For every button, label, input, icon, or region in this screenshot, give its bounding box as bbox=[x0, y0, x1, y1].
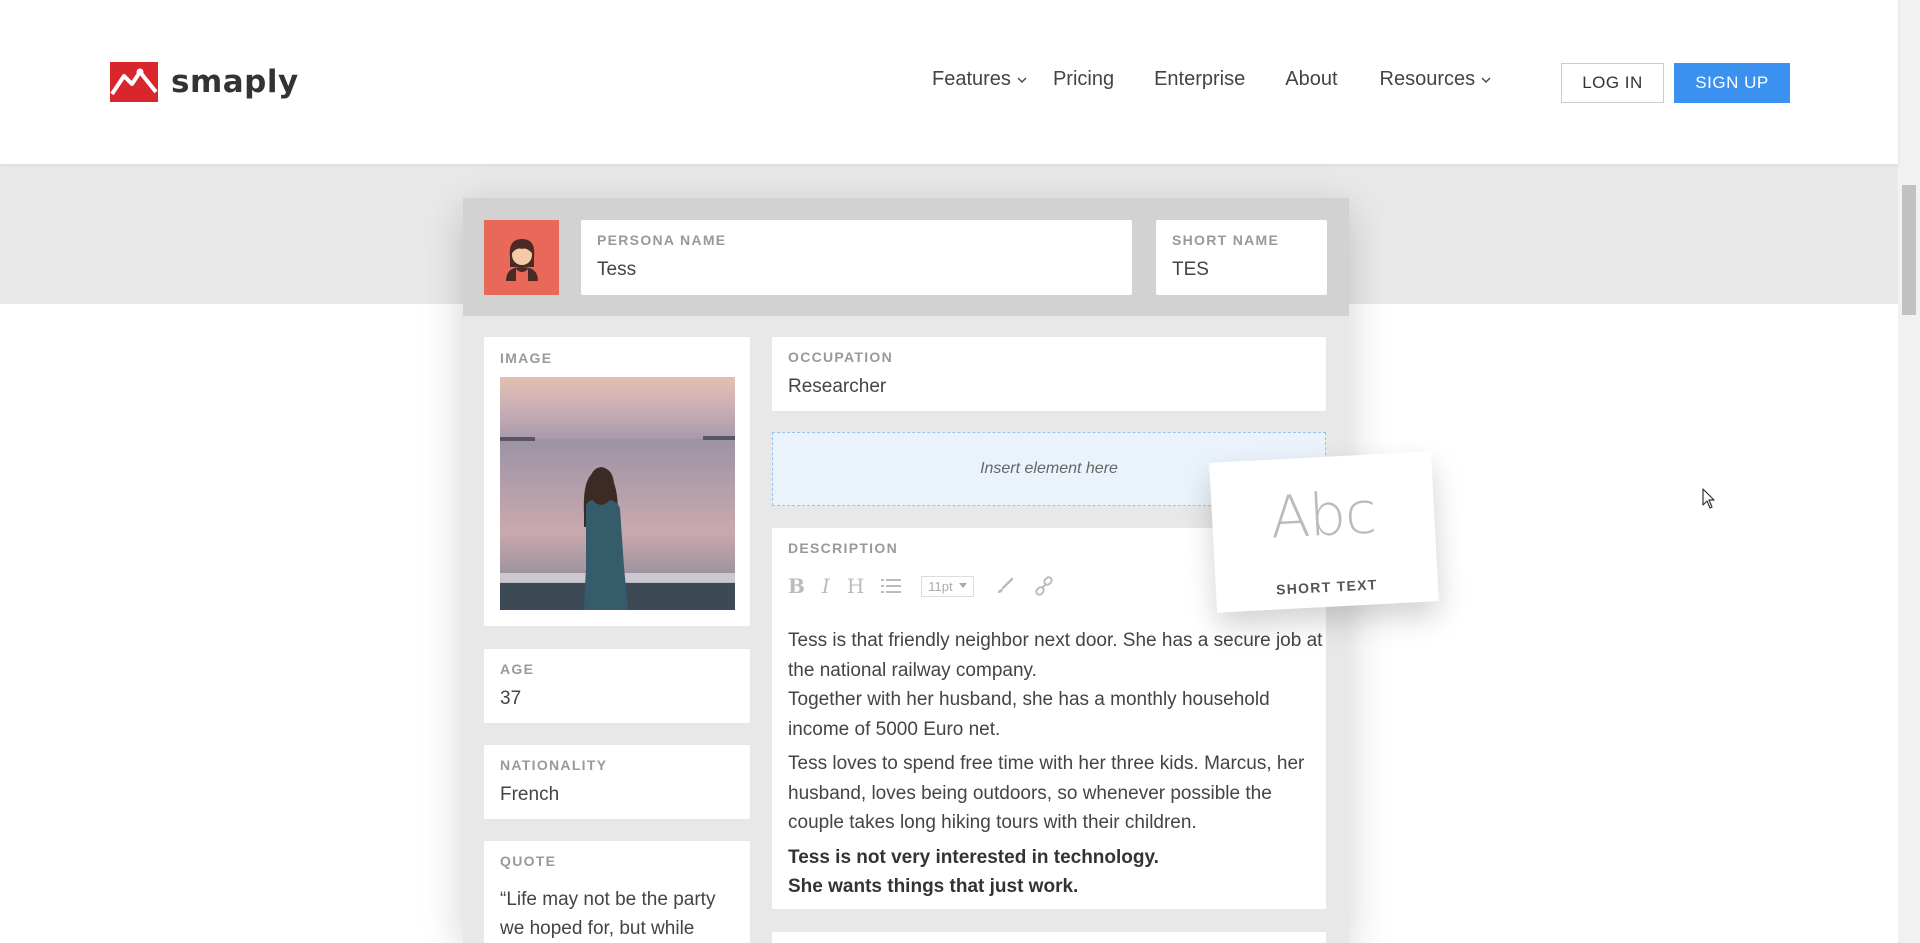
woman-avatar-icon bbox=[505, 238, 538, 281]
nav-features[interactable]: Features bbox=[932, 68, 1027, 91]
font-size-select[interactable]: 11pt bbox=[921, 575, 974, 597]
nav-pricing[interactable]: Pricing bbox=[1053, 68, 1114, 91]
nav-about[interactable]: About bbox=[1285, 68, 1337, 91]
description-text[interactable]: Tess is that friendly neighbor next door… bbox=[788, 626, 1323, 902]
occupation-field[interactable]: OCCUPATION Researcher bbox=[772, 337, 1326, 411]
age-value: 37 bbox=[500, 688, 522, 709]
occupation-label: OCCUPATION bbox=[788, 349, 894, 365]
short-name-value: TES bbox=[1172, 259, 1209, 280]
persona-name-value: Tess bbox=[597, 259, 637, 280]
occupation-value: Researcher bbox=[788, 376, 887, 397]
age-field[interactable]: AGE 37 bbox=[484, 649, 750, 723]
short-text-element[interactable]: Abc SHORT TEXT bbox=[1209, 451, 1439, 613]
signup-button[interactable]: SIGN UP bbox=[1674, 63, 1790, 103]
persona-header: PERSONA NAME Tess SHORT NAME TES bbox=[463, 198, 1349, 316]
site-header: smaply Features Pricing Enterprise About… bbox=[0, 0, 1898, 164]
description-p2: Tess loves to spend free time with her t… bbox=[788, 753, 1305, 833]
description-p3b: She wants things that just work. bbox=[788, 876, 1079, 897]
chevron-down-icon bbox=[1481, 77, 1491, 83]
image-label: IMAGE bbox=[500, 350, 553, 366]
quote-field[interactable]: QUOTE “Life may not be the party we hope… bbox=[484, 841, 750, 943]
mouse-pointer-icon bbox=[1702, 488, 1715, 509]
nationality-field[interactable]: NATIONALITY French bbox=[484, 745, 750, 819]
brush-icon[interactable] bbox=[996, 577, 1014, 595]
quote-label: QUOTE bbox=[500, 853, 557, 869]
logo-mark-icon bbox=[110, 62, 158, 102]
nav-about-label: About bbox=[1285, 68, 1338, 90]
short-name-field[interactable]: SHORT NAME TES bbox=[1156, 220, 1327, 295]
persona-name-label: PERSONA NAME bbox=[597, 232, 727, 248]
chevron-down-icon bbox=[1017, 77, 1027, 83]
italic-button[interactable]: I bbox=[822, 574, 830, 598]
nationality-value: French bbox=[500, 784, 560, 805]
description-p1: Tess is that friendly neighbor next door… bbox=[788, 630, 1323, 681]
persona-name-field[interactable]: PERSONA NAME Tess bbox=[581, 220, 1132, 295]
persona-photo bbox=[500, 377, 735, 610]
main-nav: Features Pricing Enterprise About Resour… bbox=[932, 68, 1491, 91]
text-toolbar: B I H 11pt bbox=[788, 574, 1054, 598]
nav-resources[interactable]: Resources bbox=[1380, 68, 1492, 91]
next-field[interactable] bbox=[772, 932, 1326, 943]
nationality-label: NATIONALITY bbox=[500, 757, 608, 773]
short-name-label: SHORT NAME bbox=[1172, 232, 1280, 248]
scrollbar-thumb[interactable] bbox=[1902, 185, 1916, 315]
image-field[interactable]: IMAGE bbox=[484, 337, 750, 626]
link-icon[interactable] bbox=[1034, 576, 1054, 596]
description-p3a: Tess is not very interested in technolog… bbox=[788, 846, 1159, 868]
short-text-label: SHORT TEXT bbox=[1275, 576, 1379, 598]
logo-text: smaply bbox=[171, 64, 299, 100]
smaply-logo[interactable]: smaply bbox=[110, 62, 299, 102]
page-scrollbar[interactable] bbox=[1898, 0, 1920, 943]
list-icon[interactable] bbox=[881, 578, 902, 594]
login-button[interactable]: LOG IN bbox=[1561, 63, 1664, 103]
nav-resources-label: Resources bbox=[1379, 68, 1476, 90]
description-p1b: Together with her husband, she has a mon… bbox=[788, 689, 1270, 740]
nav-enterprise-label: Enterprise bbox=[1154, 68, 1246, 90]
font-size-value: 11pt bbox=[928, 578, 953, 594]
quote-value: “Life may not be the party we hoped for,… bbox=[500, 889, 716, 939]
persona-photo-image bbox=[500, 377, 735, 610]
heading-button[interactable]: H bbox=[847, 574, 864, 598]
nav-enterprise[interactable]: Enterprise bbox=[1154, 68, 1245, 91]
persona-avatar[interactable] bbox=[484, 220, 559, 295]
nav-features-label: Features bbox=[932, 68, 1011, 90]
description-label: DESCRIPTION bbox=[788, 540, 898, 556]
bold-button[interactable]: B bbox=[788, 574, 805, 598]
short-text-preview: Abc bbox=[1268, 478, 1378, 552]
nav-pricing-label: Pricing bbox=[1052, 68, 1115, 90]
caret-down-icon bbox=[958, 583, 967, 588]
age-label: AGE bbox=[500, 661, 535, 677]
